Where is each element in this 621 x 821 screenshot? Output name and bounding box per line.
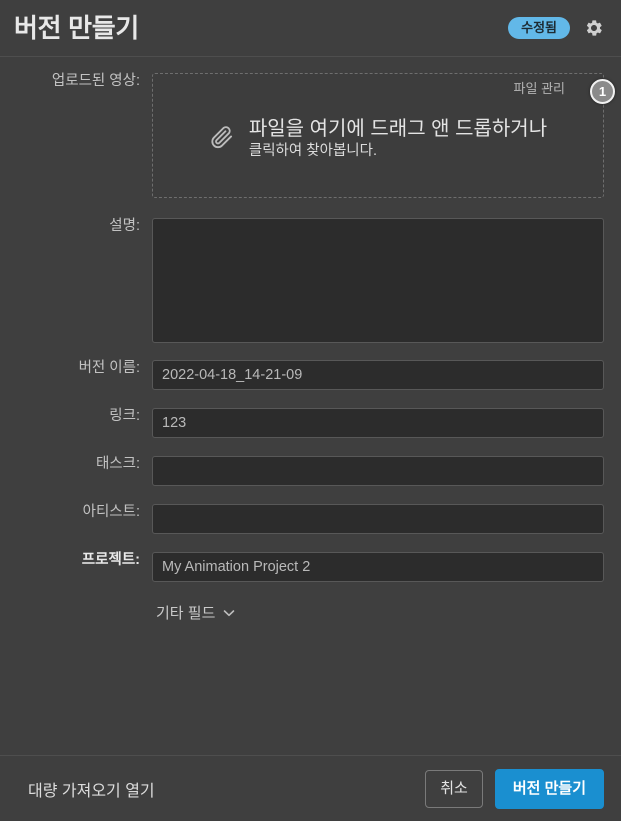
file-dropzone[interactable]: 파일 관리 1 파일을 여기에 드래그 앤 드롭하거나 클릭하여 찾아봅니다. <box>152 73 615 198</box>
version-name-label: 버전 이름: <box>78 360 140 376</box>
page-title: 버전 만들기 <box>14 13 140 43</box>
task-input[interactable] <box>152 456 604 486</box>
field-row-description: 설명: <box>0 218 604 343</box>
dropzone-content: 파일을 여기에 드래그 앤 드롭하거나 클릭하여 찾아봅니다. <box>163 102 593 178</box>
cancel-button[interactable]: 취소 <box>425 769 483 808</box>
gear-icon[interactable] <box>583 17 605 39</box>
extra-fields-label: 기타 필드 <box>156 605 216 622</box>
create-version-dialog: 버전 만들기 수정됨 업로드된 영상: 파일 관리 1 파일을 여기에 드래그 … <box>0 0 621 821</box>
task-label: 태스크: <box>95 456 140 472</box>
chevron-down-icon <box>223 609 235 617</box>
field-row-project: 프로젝트: <box>0 552 604 582</box>
upload-label: 업로드된 영상: <box>51 73 140 89</box>
extra-fields-spacer <box>0 600 152 625</box>
field-row-artist: 아티스트: <box>0 504 604 534</box>
project-input[interactable] <box>152 552 604 582</box>
field-row-upload: 업로드된 영상: 파일 관리 1 파일을 여기에 드래그 앤 드롭하거나 클릭하… <box>0 73 615 198</box>
create-version-button[interactable]: 버전 만들기 <box>494 768 604 809</box>
link-label: 링크: <box>109 408 140 424</box>
status-badge[interactable]: 수정됨 <box>508 17 570 39</box>
extra-fields-toggle[interactable]: 기타 필드 <box>152 600 239 625</box>
field-row-link: 링크: <box>0 408 604 438</box>
paperclip-icon <box>209 122 235 157</box>
version-name-input[interactable] <box>152 360 604 390</box>
dropzone-text-sub: 클릭하여 찾아봅니다. <box>248 143 377 160</box>
extra-fields-row: 기타 필드 <box>0 600 604 625</box>
dialog-header: 버전 만들기 수정됨 <box>0 0 621 57</box>
project-label: 프로젝트: <box>81 552 140 568</box>
dropzone-text: 파일을 여기에 드래그 앤 드롭하거나 클릭하여 찾아봅니다. <box>249 118 547 161</box>
manage-files-link[interactable]: 파일 관리 <box>163 81 593 98</box>
description-input[interactable] <box>152 218 604 343</box>
dialog-footer: 대량 가져오기 열기 취소 버전 만들기 <box>0 755 621 821</box>
description-label: 설명: <box>109 218 140 234</box>
annotation-marker-1: 1 <box>590 79 615 104</box>
field-row-version-name: 버전 이름: <box>0 360 604 390</box>
link-input[interactable] <box>152 408 604 438</box>
dialog-body: 업로드된 영상: 파일 관리 1 파일을 여기에 드래그 앤 드롭하거나 클릭하… <box>0 57 621 755</box>
field-row-task: 태스크: <box>0 456 604 486</box>
bulk-import-link[interactable]: 대량 가져오기 열기 <box>28 777 413 801</box>
artist-input[interactable] <box>152 504 604 534</box>
dropzone-text-main: 파일을 여기에 드래그 앤 드롭하거나 <box>248 118 548 141</box>
artist-label: 아티스트: <box>82 504 140 520</box>
